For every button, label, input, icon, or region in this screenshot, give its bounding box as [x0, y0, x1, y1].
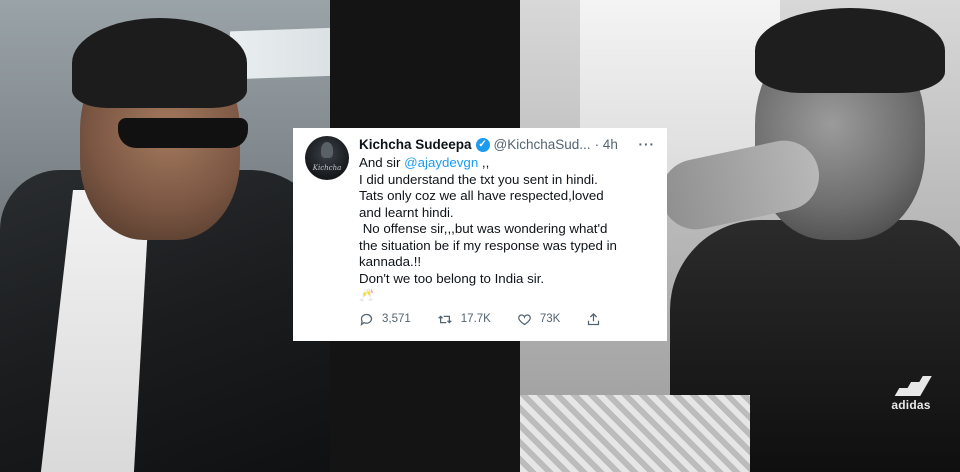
tweet-line: kannada.!! — [359, 254, 422, 269]
avatar-signature: Kichcha — [312, 164, 342, 172]
retweet-count: 17.7K — [460, 313, 491, 325]
retweet-icon — [438, 314, 452, 324]
tweet-content: Kichcha Sudeepa ✓ @KichchaSud... · 4h ··… — [359, 136, 655, 331]
like-count: 73K — [539, 313, 561, 325]
reply-icon — [360, 313, 373, 326]
reply-count: 3,571 — [382, 313, 411, 325]
verified-badge-icon: ✓ — [475, 137, 490, 152]
tweet-line: And sir @ajaydevgn ,, — [359, 155, 655, 172]
display-name[interactable]: Kichcha Sudeepa — [359, 136, 472, 153]
tweet-text: And sir @ajaydevgn ,, I did understand t… — [359, 155, 655, 304]
avatar[interactable]: Kichcha — [305, 136, 349, 180]
adidas-stripes-icon — [893, 376, 932, 396]
tweet-line: No offense sir,,,but was wondering what'… — [359, 221, 608, 236]
retweet-button[interactable]: 17.7K — [437, 312, 491, 327]
sunglasses — [118, 118, 248, 148]
clinking-glasses-emoji: 🥂 — [359, 288, 374, 302]
more-options-icon[interactable]: ··· — [639, 136, 656, 153]
timestamp[interactable]: · 4h — [595, 136, 618, 153]
tweet-line: the situation be if my response was type… — [359, 237, 617, 253]
tweet-line: and learnt hindi. — [359, 204, 454, 220]
like-button[interactable]: 73K — [517, 312, 560, 327]
heart-icon — [517, 313, 531, 325]
mention-link[interactable]: @ajaydevgn — [404, 155, 478, 170]
tweet-actions: 3,571 17.7K 73K — [359, 312, 655, 327]
tweet-card[interactable]: Kichcha Kichcha Sudeepa ✓ @KichchaSud...… — [293, 128, 667, 341]
tweet-text-span: And sir — [359, 155, 405, 170]
share-icon — [588, 312, 600, 325]
tweet-line: Tats only coz we all have respected,love… — [359, 188, 604, 203]
user-handle[interactable]: @KichchaSud... — [494, 136, 591, 153]
tweet-line: I did understand the txt you sent in hin… — [359, 171, 598, 187]
adidas-logo-text: adidas — [891, 398, 931, 412]
hair — [72, 18, 247, 108]
left-photo-ajay-devgn — [0, 0, 330, 472]
tweet-line: Don't we too belong to India sir. — [359, 270, 545, 286]
avatar-silhouette — [321, 142, 333, 158]
hair — [755, 8, 945, 93]
wicker-chair — [520, 395, 750, 472]
adidas-logo: adidas — [888, 372, 934, 412]
share-button[interactable] — [586, 312, 601, 327]
reply-button[interactable]: 3,571 — [359, 312, 411, 327]
tweet-header: Kichcha Sudeepa ✓ @KichchaSud... · 4h ··… — [359, 136, 655, 153]
tweet-text-span: ,, — [478, 155, 490, 170]
